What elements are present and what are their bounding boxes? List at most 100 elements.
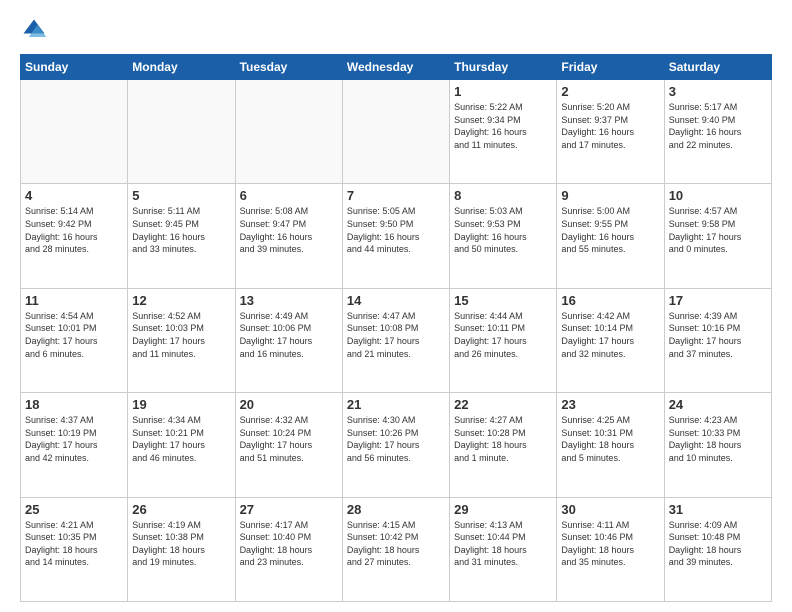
day-number: 24 bbox=[669, 397, 767, 412]
day-number: 30 bbox=[561, 502, 659, 517]
day-info: Sunrise: 4:44 AM Sunset: 10:11 PM Daylig… bbox=[454, 310, 552, 360]
day-info: Sunrise: 4:47 AM Sunset: 10:08 PM Daylig… bbox=[347, 310, 445, 360]
day-number: 17 bbox=[669, 293, 767, 308]
day-info: Sunrise: 4:34 AM Sunset: 10:21 PM Daylig… bbox=[132, 414, 230, 464]
day-number: 1 bbox=[454, 84, 552, 99]
day-info: Sunrise: 5:11 AM Sunset: 9:45 PM Dayligh… bbox=[132, 205, 230, 255]
calendar-cell: 31 Sunrise: 4:09 AM Sunset: 10:48 PM Dayl… bbox=[664, 497, 771, 601]
calendar-cell: 1Sunrise: 5:22 AM Sunset: 9:34 PM Daylig… bbox=[450, 80, 557, 184]
logo-icon bbox=[20, 16, 48, 44]
week-row-4: 18 Sunrise: 4:37 AM Sunset: 10:19 PM Dayl… bbox=[21, 393, 772, 497]
day-number: 3 bbox=[669, 84, 767, 99]
calendar-cell: 8 Sunrise: 5:03 AM Sunset: 9:53 PM Daylig… bbox=[450, 184, 557, 288]
week-row-1: 1Sunrise: 5:22 AM Sunset: 9:34 PM Daylig… bbox=[21, 80, 772, 184]
day-info: Sunrise: 5:20 AM Sunset: 9:37 PM Dayligh… bbox=[561, 101, 659, 151]
calendar-cell: 28Sunrise: 4:15 AM Sunset: 10:42 PM Dayl… bbox=[342, 497, 449, 601]
calendar-cell: 29 Sunrise: 4:13 AM Sunset: 10:44 PM Dayl… bbox=[450, 497, 557, 601]
weekday-wednesday: Wednesday bbox=[342, 55, 449, 80]
day-info: Sunrise: 5:05 AM Sunset: 9:50 PM Dayligh… bbox=[347, 205, 445, 255]
weekday-monday: Monday bbox=[128, 55, 235, 80]
day-number: 26 bbox=[132, 502, 230, 517]
day-info: Sunrise: 4:54 AM Sunset: 10:01 PM Daylig… bbox=[25, 310, 123, 360]
calendar-cell: 22 Sunrise: 4:27 AM Sunset: 10:28 PM Dayl… bbox=[450, 393, 557, 497]
calendar-cell: 17Sunrise: 4:39 AM Sunset: 10:16 PM Dayl… bbox=[664, 288, 771, 392]
day-info: Sunrise: 4:27 AM Sunset: 10:28 PM Daylig… bbox=[454, 414, 552, 464]
calendar-cell: 27 Sunrise: 4:17 AM Sunset: 10:40 PM Dayl… bbox=[235, 497, 342, 601]
day-number: 29 bbox=[454, 502, 552, 517]
weekday-tuesday: Tuesday bbox=[235, 55, 342, 80]
day-number: 18 bbox=[25, 397, 123, 412]
day-info: Sunrise: 4:13 AM Sunset: 10:44 PM Daylig… bbox=[454, 519, 552, 569]
day-info: Sunrise: 4:23 AM Sunset: 10:33 PM Daylig… bbox=[669, 414, 767, 464]
week-row-5: 25 Sunrise: 4:21 AM Sunset: 10:35 PM Dayl… bbox=[21, 497, 772, 601]
calendar-cell bbox=[21, 80, 128, 184]
day-info: Sunrise: 4:11 AM Sunset: 10:46 PM Daylig… bbox=[561, 519, 659, 569]
day-info: Sunrise: 4:52 AM Sunset: 10:03 PM Daylig… bbox=[132, 310, 230, 360]
day-number: 7 bbox=[347, 188, 445, 203]
header bbox=[20, 16, 772, 44]
day-number: 19 bbox=[132, 397, 230, 412]
day-info: Sunrise: 5:00 AM Sunset: 9:55 PM Dayligh… bbox=[561, 205, 659, 255]
day-number: 15 bbox=[454, 293, 552, 308]
week-row-2: 4 Sunrise: 5:14 AM Sunset: 9:42 PM Daylig… bbox=[21, 184, 772, 288]
calendar-cell bbox=[128, 80, 235, 184]
calendar-cell: 5 Sunrise: 5:11 AM Sunset: 9:45 PM Daylig… bbox=[128, 184, 235, 288]
day-number: 23 bbox=[561, 397, 659, 412]
day-number: 28 bbox=[347, 502, 445, 517]
calendar-cell: 6 Sunrise: 5:08 AM Sunset: 9:47 PM Daylig… bbox=[235, 184, 342, 288]
calendar-cell: 24 Sunrise: 4:23 AM Sunset: 10:33 PM Dayl… bbox=[664, 393, 771, 497]
logo bbox=[20, 16, 52, 44]
calendar-cell: 10 Sunrise: 4:57 AM Sunset: 9:58 PM Dayli… bbox=[664, 184, 771, 288]
calendar-cell: 26 Sunrise: 4:19 AM Sunset: 10:38 PM Dayl… bbox=[128, 497, 235, 601]
weekday-friday: Friday bbox=[557, 55, 664, 80]
calendar-cell: 23 Sunrise: 4:25 AM Sunset: 10:31 PM Dayl… bbox=[557, 393, 664, 497]
day-number: 9 bbox=[561, 188, 659, 203]
day-info: Sunrise: 4:09 AM Sunset: 10:48 PM Daylig… bbox=[669, 519, 767, 569]
day-info: Sunrise: 4:21 AM Sunset: 10:35 PM Daylig… bbox=[25, 519, 123, 569]
calendar-cell: 21Sunrise: 4:30 AM Sunset: 10:26 PM Dayl… bbox=[342, 393, 449, 497]
day-info: Sunrise: 4:49 AM Sunset: 10:06 PM Daylig… bbox=[240, 310, 338, 360]
day-info: Sunrise: 4:32 AM Sunset: 10:24 PM Daylig… bbox=[240, 414, 338, 464]
calendar-cell: 19 Sunrise: 4:34 AM Sunset: 10:21 PM Dayl… bbox=[128, 393, 235, 497]
calendar-cell: 11 Sunrise: 4:54 AM Sunset: 10:01 PM Dayl… bbox=[21, 288, 128, 392]
day-number: 8 bbox=[454, 188, 552, 203]
day-info: Sunrise: 5:14 AM Sunset: 9:42 PM Dayligh… bbox=[25, 205, 123, 255]
calendar-cell bbox=[235, 80, 342, 184]
day-info: Sunrise: 4:37 AM Sunset: 10:19 PM Daylig… bbox=[25, 414, 123, 464]
week-row-3: 11 Sunrise: 4:54 AM Sunset: 10:01 PM Dayl… bbox=[21, 288, 772, 392]
weekday-sunday: Sunday bbox=[21, 55, 128, 80]
day-number: 14 bbox=[347, 293, 445, 308]
day-number: 25 bbox=[25, 502, 123, 517]
day-number: 6 bbox=[240, 188, 338, 203]
weekday-saturday: Saturday bbox=[664, 55, 771, 80]
weekday-header-row: SundayMondayTuesdayWednesdayThursdayFrid… bbox=[21, 55, 772, 80]
day-number: 4 bbox=[25, 188, 123, 203]
day-info: Sunrise: 4:17 AM Sunset: 10:40 PM Daylig… bbox=[240, 519, 338, 569]
day-info: Sunrise: 5:08 AM Sunset: 9:47 PM Dayligh… bbox=[240, 205, 338, 255]
day-number: 27 bbox=[240, 502, 338, 517]
day-number: 10 bbox=[669, 188, 767, 203]
calendar-cell: 14 Sunrise: 4:47 AM Sunset: 10:08 PM Dayl… bbox=[342, 288, 449, 392]
day-info: Sunrise: 4:57 AM Sunset: 9:58 PM Dayligh… bbox=[669, 205, 767, 255]
page: SundayMondayTuesdayWednesdayThursdayFrid… bbox=[0, 0, 792, 612]
day-info: Sunrise: 4:25 AM Sunset: 10:31 PM Daylig… bbox=[561, 414, 659, 464]
day-number: 11 bbox=[25, 293, 123, 308]
day-number: 20 bbox=[240, 397, 338, 412]
day-number: 13 bbox=[240, 293, 338, 308]
day-number: 31 bbox=[669, 502, 767, 517]
calendar-cell: 2 Sunrise: 5:20 AM Sunset: 9:37 PM Daylig… bbox=[557, 80, 664, 184]
calendar-cell: 7 Sunrise: 5:05 AM Sunset: 9:50 PM Daylig… bbox=[342, 184, 449, 288]
calendar-cell: 20 Sunrise: 4:32 AM Sunset: 10:24 PM Dayl… bbox=[235, 393, 342, 497]
calendar-cell: 25 Sunrise: 4:21 AM Sunset: 10:35 PM Dayl… bbox=[21, 497, 128, 601]
calendar-cell: 4 Sunrise: 5:14 AM Sunset: 9:42 PM Daylig… bbox=[21, 184, 128, 288]
calendar-table: SundayMondayTuesdayWednesdayThursdayFrid… bbox=[20, 54, 772, 602]
calendar-cell: 16Sunrise: 4:42 AM Sunset: 10:14 PM Dayl… bbox=[557, 288, 664, 392]
calendar-cell: 15 Sunrise: 4:44 AM Sunset: 10:11 PM Dayl… bbox=[450, 288, 557, 392]
day-number: 22 bbox=[454, 397, 552, 412]
day-number: 5 bbox=[132, 188, 230, 203]
day-number: 2 bbox=[561, 84, 659, 99]
calendar-cell: 3Sunrise: 5:17 AM Sunset: 9:40 PM Daylig… bbox=[664, 80, 771, 184]
day-info: Sunrise: 4:19 AM Sunset: 10:38 PM Daylig… bbox=[132, 519, 230, 569]
day-info: Sunrise: 5:03 AM Sunset: 9:53 PM Dayligh… bbox=[454, 205, 552, 255]
calendar-cell: 9 Sunrise: 5:00 AM Sunset: 9:55 PM Daylig… bbox=[557, 184, 664, 288]
